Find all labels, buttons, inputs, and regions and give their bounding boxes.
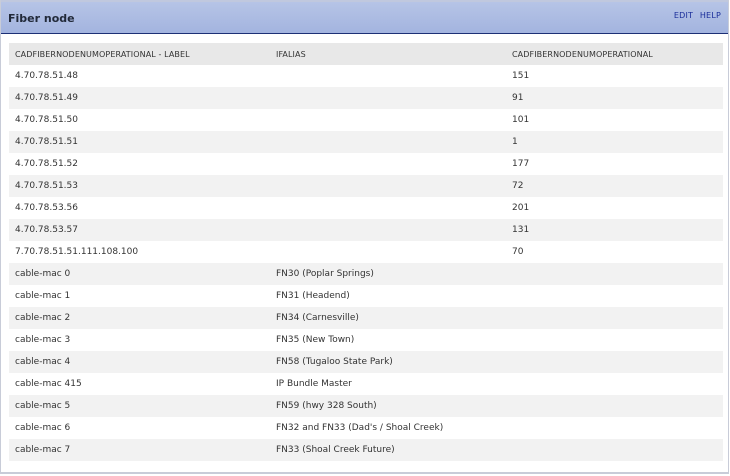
cell-label: 4.70.78.51.53: [9, 175, 270, 197]
cell-operational: 201: [506, 197, 723, 219]
table-header-row: CADFIBERNODENUMOPERATIONAL - LABEL IFALI…: [9, 43, 723, 65]
table-row: cable-mac 0 FN30 (Poplar Springs): [9, 263, 723, 285]
cell-ifalias: [270, 241, 506, 263]
cell-ifalias: FN31 (Headend): [270, 285, 506, 307]
help-link[interactable]: HELP: [700, 11, 721, 20]
cell-ifalias: FN59 (hwy 328 South): [270, 395, 506, 417]
cell-operational: [506, 439, 723, 461]
table-row: 4.70.78.53.56 201: [9, 197, 723, 219]
cell-ifalias: [270, 87, 506, 109]
column-header-operational[interactable]: CADFIBERNODENUMOPERATIONAL: [506, 43, 723, 65]
cell-label: 4.70.78.53.56: [9, 197, 270, 219]
cell-ifalias: [270, 65, 506, 87]
table-row: 7.70.78.51.51.111.108.100 70: [9, 241, 723, 263]
cell-ifalias: [270, 109, 506, 131]
cell-label: cable-mac 2: [9, 307, 270, 329]
table-row: cable-mac 2 FN34 (Carnesville): [9, 307, 723, 329]
cell-ifalias: [270, 131, 506, 153]
cell-label: 4.70.78.53.57: [9, 219, 270, 241]
cell-ifalias: [270, 197, 506, 219]
table-row: 4.70.78.51.48 151: [9, 65, 723, 87]
cell-label: cable-mac 415: [9, 373, 270, 395]
cell-operational: [506, 285, 723, 307]
edit-link[interactable]: EDIT: [674, 11, 693, 20]
table-row: cable-mac 415 IP Bundle Master: [9, 373, 723, 395]
cell-operational: [506, 351, 723, 373]
cell-label: cable-mac 3: [9, 329, 270, 351]
cell-ifalias: FN30 (Poplar Springs): [270, 263, 506, 285]
cell-label: cable-mac 5: [9, 395, 270, 417]
table-row: cable-mac 5 FN59 (hwy 328 South): [9, 395, 723, 417]
cell-ifalias: IP Bundle Master: [270, 373, 506, 395]
table-row: 4.70.78.51.49 91: [9, 87, 723, 109]
cell-label: 4.70.78.51.51: [9, 131, 270, 153]
cell-ifalias: FN32 and FN33 (Dad's / Shoal Creek): [270, 417, 506, 439]
cell-operational: 1: [506, 131, 723, 153]
cell-label: 4.70.78.51.49: [9, 87, 270, 109]
cell-operational: 101: [506, 109, 723, 131]
table-row: 4.70.78.51.50 101: [9, 109, 723, 131]
cell-ifalias: FN35 (New Town): [270, 329, 506, 351]
cell-ifalias: [270, 153, 506, 175]
cell-operational: 151: [506, 65, 723, 87]
fiber-node-table: CADFIBERNODENUMOPERATIONAL - LABEL IFALI…: [9, 43, 723, 461]
cell-operational: 91: [506, 87, 723, 109]
cell-label: 4.70.78.51.50: [9, 109, 270, 131]
cell-ifalias: FN33 (Shoal Creek Future): [270, 439, 506, 461]
cell-ifalias: FN58 (Tugaloo State Park): [270, 351, 506, 373]
column-header-label[interactable]: CADFIBERNODENUMOPERATIONAL - LABEL: [9, 43, 270, 65]
cell-label: cable-mac 6: [9, 417, 270, 439]
cell-ifalias: [270, 175, 506, 197]
cell-ifalias: FN34 (Carnesville): [270, 307, 506, 329]
fiber-node-panel: Fiber node EDIT HELP CADFIBERNODENUMOPER…: [0, 0, 729, 474]
cell-operational: [506, 373, 723, 395]
cell-operational: 177: [506, 153, 723, 175]
table-row: cable-mac 7 FN33 (Shoal Creek Future): [9, 439, 723, 461]
cell-label: cable-mac 7: [9, 439, 270, 461]
cell-operational: 131: [506, 219, 723, 241]
table-row: cable-mac 1 FN31 (Headend): [9, 285, 723, 307]
table-row: cable-mac 6 FN32 and FN33 (Dad's / Shoal…: [9, 417, 723, 439]
cell-operational: [506, 395, 723, 417]
cell-operational: [506, 263, 723, 285]
table-row: 4.70.78.51.53 72: [9, 175, 723, 197]
table-row: cable-mac 3 FN35 (New Town): [9, 329, 723, 351]
cell-operational: [506, 417, 723, 439]
panel-header: Fiber node EDIT HELP: [1, 0, 728, 34]
table-row: cable-mac 4 FN58 (Tugaloo State Park): [9, 351, 723, 373]
cell-operational: [506, 307, 723, 329]
cell-label: cable-mac 0: [9, 263, 270, 285]
cell-label: 4.70.78.51.52: [9, 153, 270, 175]
table-container: CADFIBERNODENUMOPERATIONAL - LABEL IFALI…: [9, 43, 723, 461]
cell-label: 4.70.78.51.48: [9, 65, 270, 87]
table-row: 4.70.78.51.51 1: [9, 131, 723, 153]
cell-label: cable-mac 1: [9, 285, 270, 307]
header-links: EDIT HELP: [670, 11, 721, 20]
table-row: 4.70.78.51.52 177: [9, 153, 723, 175]
cell-operational: [506, 329, 723, 351]
panel-title: Fiber node: [8, 12, 75, 25]
table-row: 4.70.78.53.57 131: [9, 219, 723, 241]
cell-operational: 70: [506, 241, 723, 263]
cell-operational: 72: [506, 175, 723, 197]
column-header-ifalias[interactable]: IFALIAS: [270, 43, 506, 65]
cell-label: 7.70.78.51.51.111.108.100: [9, 241, 270, 263]
cell-label: cable-mac 4: [9, 351, 270, 373]
cell-ifalias: [270, 219, 506, 241]
